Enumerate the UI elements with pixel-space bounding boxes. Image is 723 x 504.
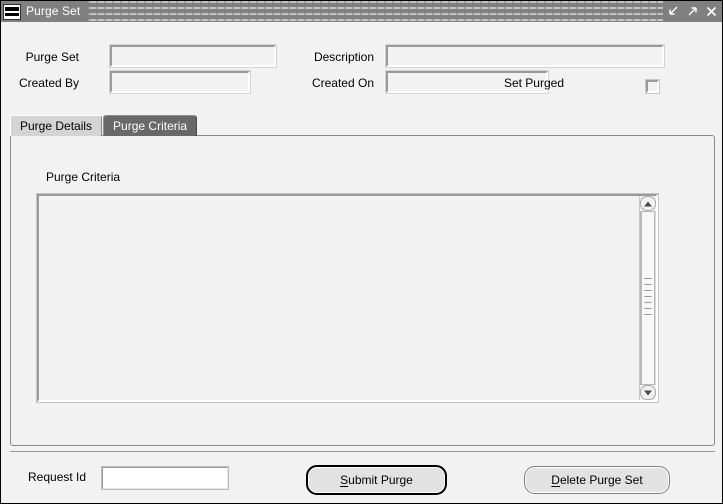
title-bar: Purge Set bbox=[1, 1, 722, 22]
delete-purge-set-mnemonic: D bbox=[551, 473, 560, 487]
criteria-scrollbar[interactable] bbox=[639, 196, 656, 400]
footer-separator bbox=[10, 451, 715, 452]
delete-purge-set-label: elete Purge Set bbox=[559, 473, 643, 487]
submit-purge-button[interactable]: Submit Purge bbox=[306, 465, 447, 495]
scroll-up-icon[interactable] bbox=[640, 196, 656, 211]
tab-purge-criteria-label: Purge Criteria bbox=[113, 119, 188, 133]
oracle-logo-icon bbox=[3, 3, 21, 20]
close-icon[interactable] bbox=[703, 3, 720, 20]
scroll-down-icon[interactable] bbox=[640, 385, 656, 400]
description-label: Description bbox=[313, 50, 374, 64]
request-id-input[interactable] bbox=[101, 466, 229, 490]
created-by-label: Created By bbox=[18, 76, 79, 90]
purge-set-window: Purge Set Purge Set Created By Descripti… bbox=[0, 0, 723, 504]
scrollbar-grip-icon bbox=[644, 278, 652, 318]
delete-purge-set-button[interactable]: Delete Purge Set bbox=[524, 466, 670, 494]
window-title: Purge Set bbox=[26, 4, 81, 18]
scrollbar-thumb[interactable] bbox=[641, 211, 655, 385]
titlebar-pattern bbox=[88, 1, 663, 22]
scrollbar-track[interactable] bbox=[640, 211, 656, 385]
created-on-label: Created On bbox=[311, 76, 374, 90]
set-purged-label: Set Purged bbox=[503, 76, 564, 90]
tab-purge-criteria[interactable]: Purge Criteria bbox=[103, 115, 198, 136]
window-controls bbox=[663, 1, 722, 22]
created-by-input[interactable] bbox=[109, 70, 251, 94]
purge-criteria-heading: Purge Criteria bbox=[46, 170, 121, 184]
header-form: Purge Set Created By Description Created… bbox=[1, 22, 722, 109]
maximize-icon[interactable] bbox=[684, 3, 701, 20]
tab-purge-details-label: Purge Details bbox=[20, 119, 93, 133]
purge-criteria-textarea[interactable] bbox=[36, 193, 659, 403]
description-input[interactable] bbox=[385, 44, 665, 68]
set-purged-checkbox[interactable] bbox=[645, 79, 660, 94]
submit-purge-mnemonic: S bbox=[340, 473, 349, 487]
minimize-icon[interactable] bbox=[665, 3, 682, 20]
tab-strip: Purge Details Purge Criteria bbox=[10, 114, 198, 136]
request-id-label: Request Id bbox=[28, 470, 87, 484]
submit-purge-label: ubmit Purge bbox=[348, 473, 413, 487]
tab-purge-details[interactable]: Purge Details bbox=[10, 115, 103, 136]
purge-criteria-text[interactable] bbox=[39, 196, 639, 400]
purge-set-label: Purge Set bbox=[25, 50, 79, 64]
